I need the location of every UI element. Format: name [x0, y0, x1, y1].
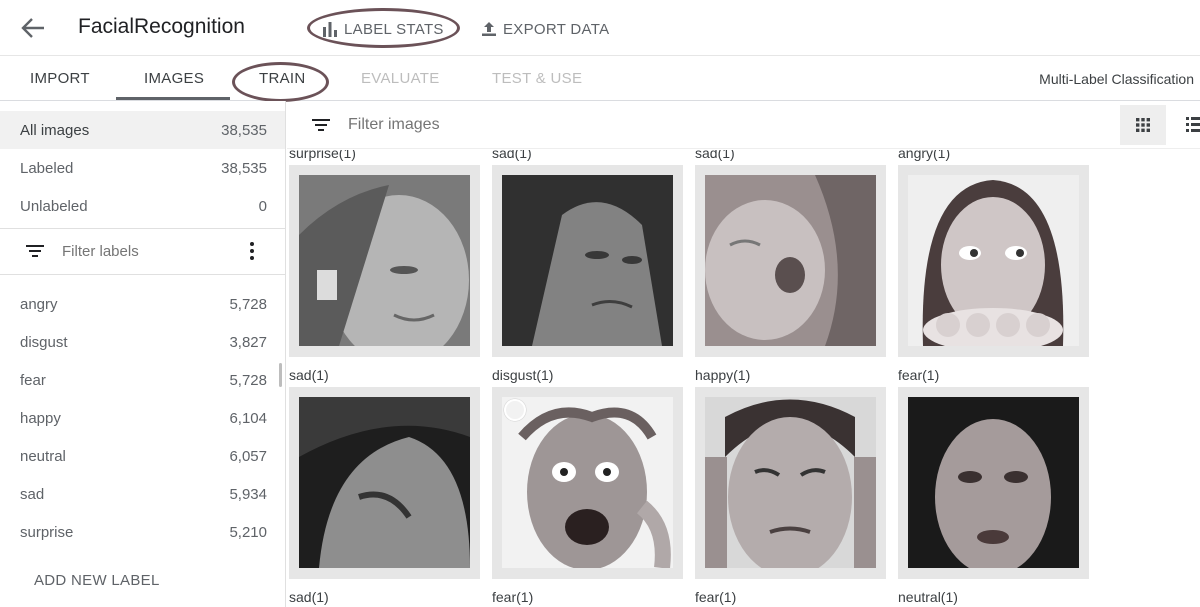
more-vert-icon[interactable] — [246, 241, 258, 261]
image-label: neutral(1) — [898, 589, 958, 605]
image-label: angry(1) — [898, 150, 951, 161]
sidebar-label-fear[interactable]: fear 5,728 — [0, 361, 285, 399]
face-photo — [502, 175, 673, 346]
label-name: angry — [20, 295, 58, 313]
face-photo — [908, 397, 1079, 568]
filter-count: 38,535 — [221, 159, 267, 177]
upload-icon — [482, 22, 496, 36]
tab-images[interactable]: IMAGES — [144, 70, 204, 87]
label-stats-label: LABEL STATS — [344, 20, 444, 38]
divider — [0, 274, 285, 275]
filter-labeled[interactable]: Labeled 38,535 — [0, 149, 285, 187]
image-thumbnail[interactable] — [898, 165, 1089, 357]
image-thumbnail[interactable] — [492, 387, 683, 579]
bar-chart-icon — [323, 22, 337, 37]
image-label: sad(1) — [695, 150, 735, 161]
label-name: fear — [20, 371, 46, 389]
label-count: 5,934 — [229, 485, 267, 503]
face-photo — [705, 397, 876, 568]
face-photo — [299, 175, 470, 346]
image-thumbnail[interactable] — [695, 387, 886, 579]
face-photo — [299, 397, 470, 568]
label-count: 5,728 — [229, 371, 267, 389]
filter-label: Labeled — [20, 159, 74, 177]
tab-bar: IMPORT IMAGES TRAIN EVALUATE TEST & USE … — [0, 57, 1200, 102]
label-count: 6,104 — [229, 409, 267, 427]
active-tab-indicator — [116, 97, 230, 100]
add-new-label-button[interactable]: ADD NEW LABEL — [34, 572, 160, 589]
filter-label: All images — [20, 121, 90, 139]
image-grid: surprise(1) sad(1) sad(1) angry(1) sad(1… — [287, 150, 1200, 607]
sidebar-label-surprise[interactable]: surprise 5,210 — [0, 513, 285, 551]
label-name: neutral — [20, 447, 66, 465]
sidebar-label-sad[interactable]: sad 5,934 — [0, 475, 285, 513]
image-label: sad(1) — [492, 150, 532, 161]
app-header: FacialRecognition LABEL STATS EXPORT DAT… — [0, 0, 1200, 56]
image-thumbnail[interactable] — [898, 387, 1089, 579]
label-stats-button[interactable]: LABEL STATS — [322, 18, 444, 40]
image-label: fear(1) — [695, 589, 737, 605]
sidebar-scrollbar[interactable] — [279, 363, 282, 387]
filter-count: 38,535 — [221, 121, 267, 139]
divider — [0, 228, 285, 229]
label-count: 5,210 — [229, 523, 267, 541]
list-view-icon[interactable] — [1184, 116, 1200, 134]
tab-evaluate[interactable]: EVALUATE — [361, 70, 440, 87]
tab-import[interactable]: IMPORT — [30, 70, 90, 87]
tab-test-use[interactable]: TEST & USE — [492, 70, 582, 87]
label-name: sad — [20, 485, 45, 503]
image-label: happy(1) — [695, 367, 751, 383]
image-label: surprise(1) — [289, 150, 356, 161]
image-filter-bar[interactable]: Filter images — [287, 101, 1200, 149]
filter-icon — [26, 245, 44, 257]
label-count: 3,827 — [229, 333, 267, 351]
image-thumbnail[interactable] — [289, 387, 480, 579]
back-arrow-icon[interactable] — [18, 14, 50, 42]
label-count: 5,728 — [229, 295, 267, 313]
label-filter-input[interactable]: Filter labels — [0, 231, 285, 271]
image-label: fear(1) — [898, 367, 940, 383]
sidebar-label-disgust[interactable]: disgust 3,827 — [0, 323, 285, 361]
select-checkbox[interactable] — [504, 399, 526, 421]
tab-train[interactable]: TRAIN — [259, 70, 306, 87]
label-name: happy — [20, 409, 61, 427]
image-label: disgust(1) — [492, 367, 554, 383]
sidebar-label-neutral[interactable]: neutral 6,057 — [0, 437, 285, 475]
image-thumbnail[interactable] — [492, 165, 683, 357]
dataset-title: FacialRecognition — [78, 15, 245, 38]
image-label: sad(1) — [289, 367, 329, 383]
export-data-button[interactable]: EXPORT DATA — [481, 18, 609, 40]
grid-view-icon[interactable] — [1120, 105, 1166, 145]
label-name: surprise — [20, 523, 74, 541]
filter-label: Unlabeled — [20, 197, 88, 215]
export-data-label: EXPORT DATA — [503, 20, 610, 38]
image-thumbnail[interactable] — [695, 165, 886, 357]
label-sidebar: All images 38,535 Labeled 38,535 Unlabel… — [0, 101, 286, 607]
filter-count: 0 — [258, 197, 267, 215]
filter-icon[interactable] — [312, 118, 330, 131]
label-name: disgust — [20, 333, 68, 351]
face-photo — [502, 397, 673, 568]
face-photo — [705, 175, 876, 346]
image-thumbnail[interactable] — [289, 165, 480, 357]
sidebar-label-angry[interactable]: angry 5,728 — [0, 285, 285, 323]
filter-unlabeled[interactable]: Unlabeled 0 — [0, 187, 285, 225]
label-count: 6,057 — [229, 447, 267, 465]
filter-all-images[interactable]: All images 38,535 — [0, 111, 285, 149]
sidebar-label-happy[interactable]: happy 6,104 — [0, 399, 285, 437]
model-type-label: Multi-Label Classification — [1039, 71, 1194, 87]
image-filter-placeholder: Filter images — [348, 115, 440, 133]
image-label: fear(1) — [492, 589, 534, 605]
label-filter-placeholder: Filter labels — [62, 242, 139, 260]
image-label: sad(1) — [289, 589, 329, 605]
face-photo — [908, 175, 1079, 346]
